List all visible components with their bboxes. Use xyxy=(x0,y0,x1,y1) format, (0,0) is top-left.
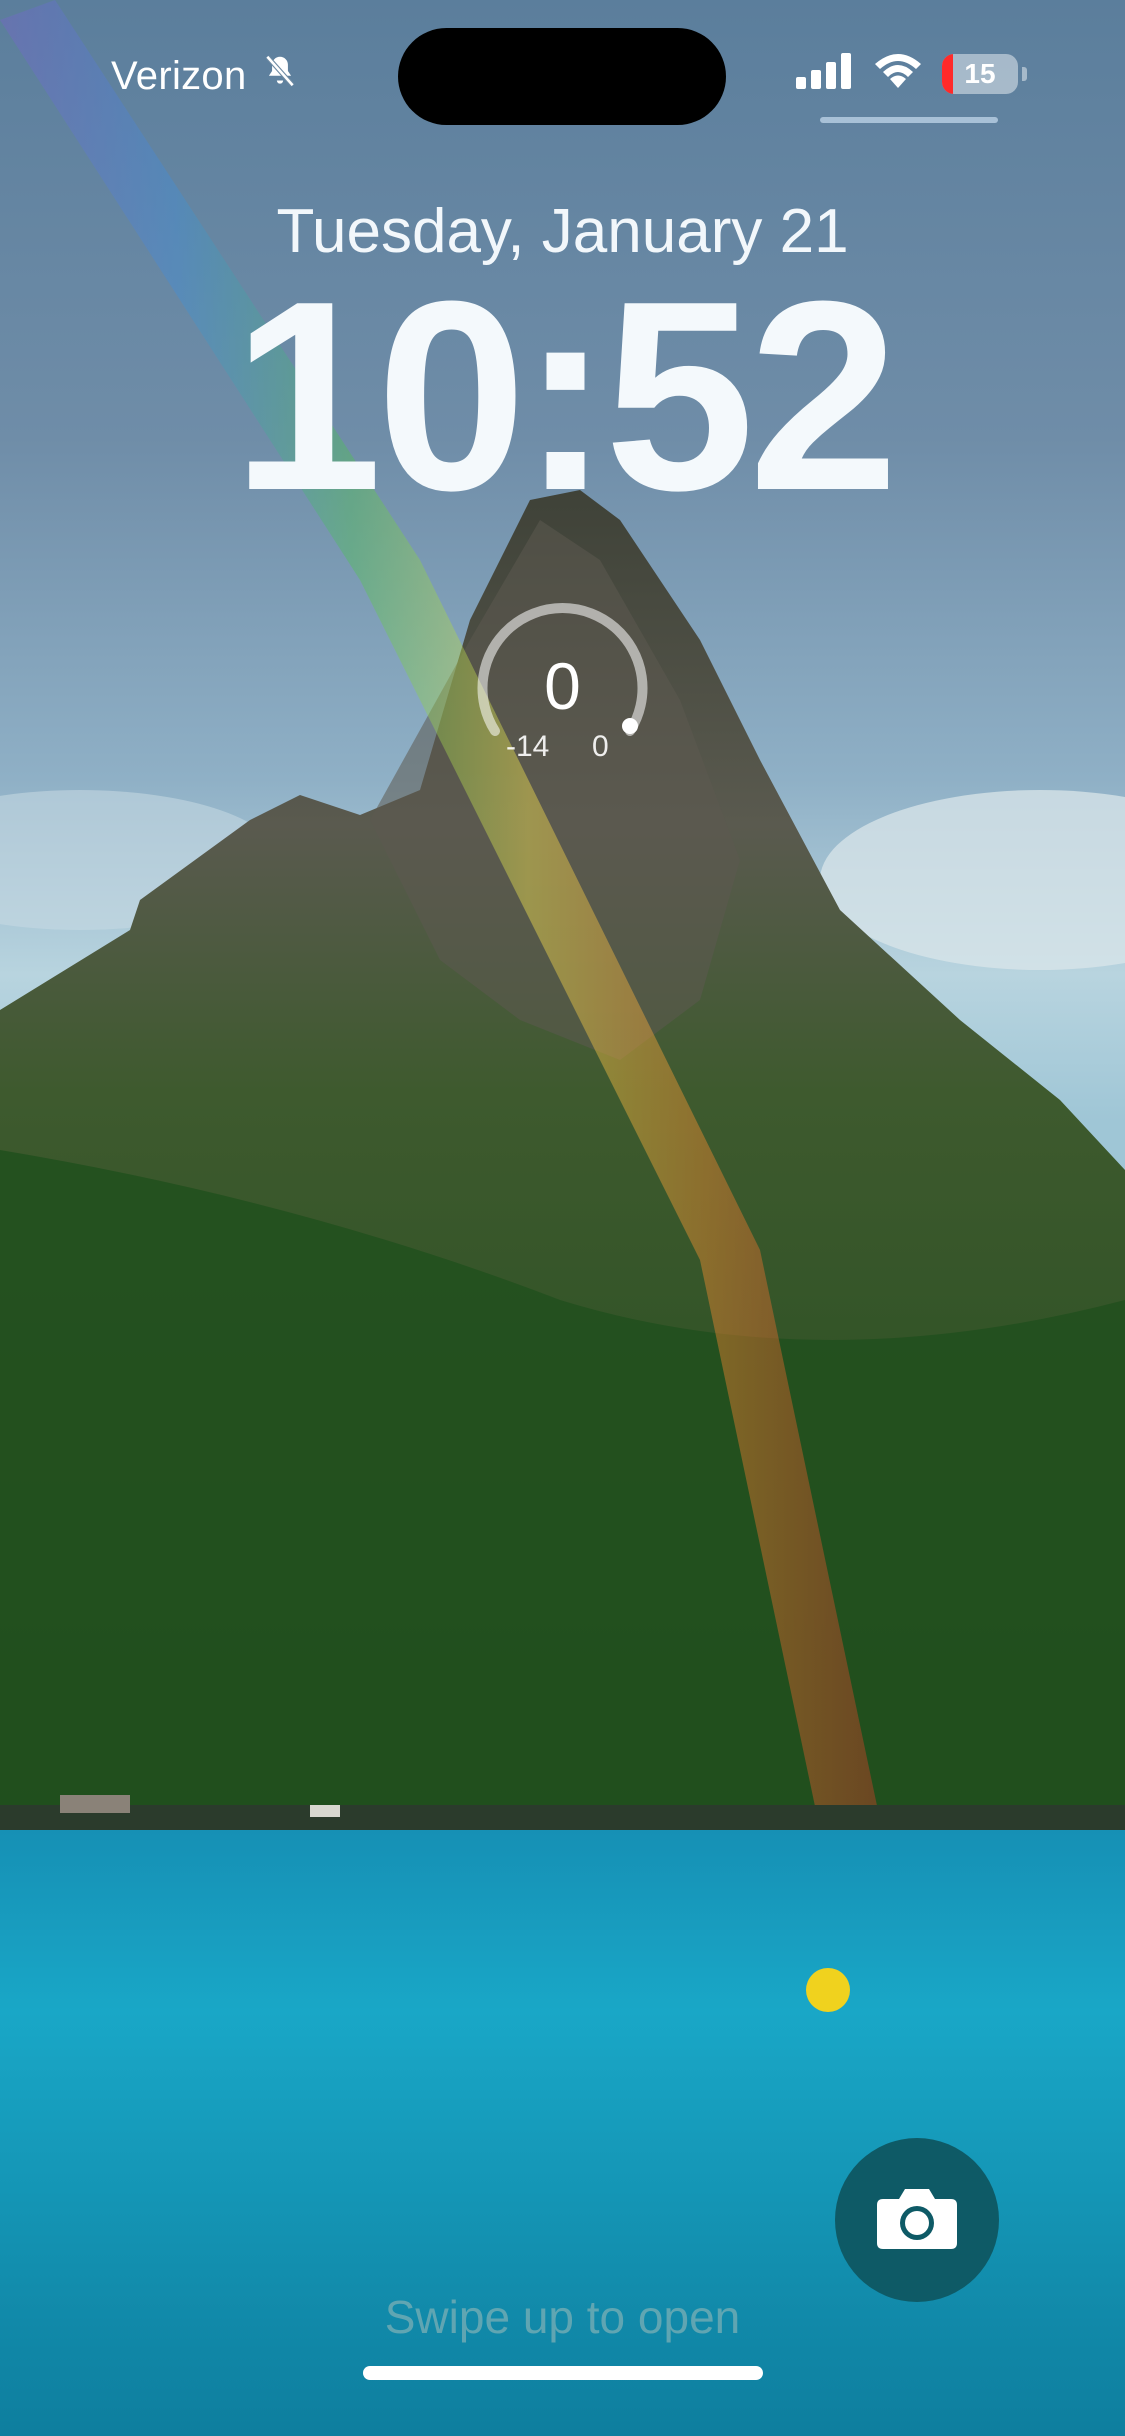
gauge-widget[interactable]: 0 -14 0 xyxy=(470,596,655,781)
battery-indicator: 15 xyxy=(942,53,1018,94)
home-indicator[interactable] xyxy=(363,2366,763,2380)
swipe-hint: Swipe up to open xyxy=(384,2291,741,2343)
lock-screen-time: 10:52 xyxy=(232,246,899,547)
bell-slash-icon xyxy=(261,52,299,100)
battery-tip xyxy=(1022,66,1027,81)
carrier-label: Verizon xyxy=(111,53,247,98)
camera-icon xyxy=(875,2185,959,2256)
gauge-value: 0 xyxy=(544,649,581,723)
dynamic-island xyxy=(398,28,726,125)
gauge-max-label: 0 xyxy=(592,730,609,763)
lock-screen: Verizon 15 Tuesday, January 21 10:52 0 -… xyxy=(0,0,1125,2436)
status-underline xyxy=(820,117,998,123)
gauge-min-label: -14 xyxy=(506,730,550,763)
cellular-signal-icon xyxy=(796,53,854,94)
status-bar-carrier: Verizon xyxy=(111,52,299,100)
status-bar-indicators: 15 xyxy=(796,52,1027,95)
battery-level: 15 xyxy=(964,57,996,89)
battery-fill xyxy=(942,53,954,94)
camera-button[interactable] xyxy=(835,2138,999,2302)
wifi-icon xyxy=(872,52,924,95)
